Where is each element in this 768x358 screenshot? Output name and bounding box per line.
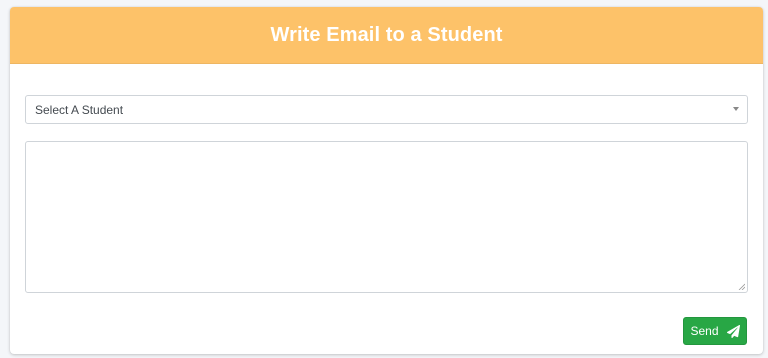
resize-handle-icon[interactable] [738, 283, 745, 290]
page-title: Write Email to a Student [270, 23, 503, 46]
paper-plane-icon [726, 324, 740, 338]
student-select[interactable]: Select A Student [25, 95, 748, 124]
chevron-down-icon [733, 107, 739, 111]
email-card: Write Email to a Student Select A Studen… [10, 7, 763, 354]
send-button[interactable]: Send [683, 317, 747, 345]
card-header: Write Email to a Student [10, 7, 763, 64]
student-select-value: Select A Student [35, 102, 124, 117]
send-button-label: Send [690, 324, 719, 338]
message-textarea[interactable] [25, 141, 748, 293]
